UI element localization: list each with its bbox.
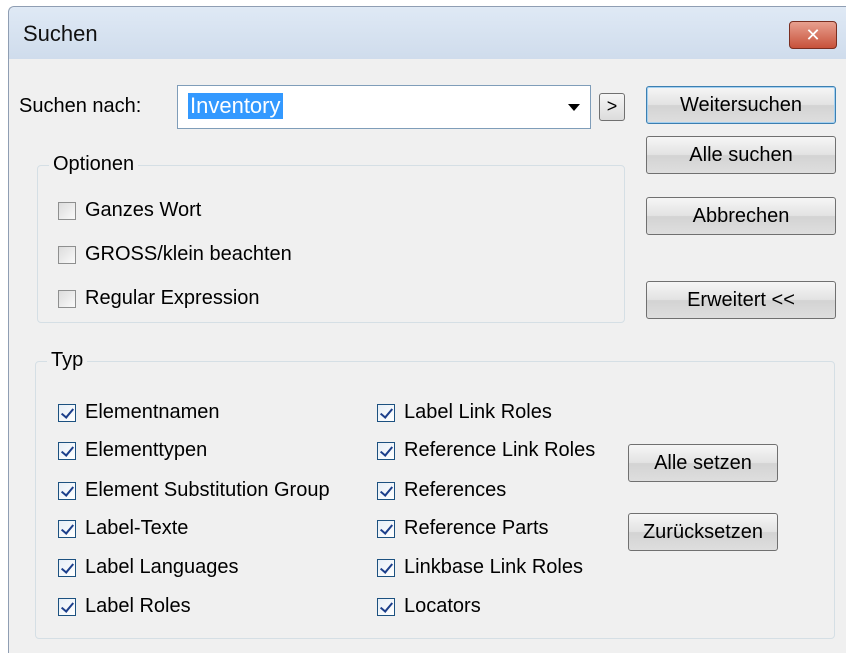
type-checkbox-label-texte[interactable] [58, 520, 76, 538]
type-checkbox-reference-parts[interactable] [377, 520, 395, 538]
whole-word-label[interactable]: Ganzes Wort [85, 199, 201, 222]
advanced-button[interactable]: Erweitert << [646, 281, 836, 319]
type-checkbox-elementnamen[interactable] [58, 404, 76, 422]
reset-button[interactable]: Zurücksetzen [628, 513, 778, 551]
cancel-button[interactable]: Abbrechen [646, 197, 836, 235]
type-label-reference-link-roles[interactable]: Reference Link Roles [404, 439, 595, 462]
regex-menu-button[interactable]: > [599, 93, 625, 121]
type-label-references[interactable]: References [404, 479, 506, 502]
type-label-label-languages[interactable]: Label Languages [85, 556, 238, 579]
cancel-button-label: Abbrechen [692, 204, 790, 227]
type-checkbox-label-languages[interactable] [58, 559, 76, 577]
close-icon: ✕ [805, 24, 821, 45]
title-bar: Suchen ✕ [9, 7, 846, 59]
match-case-checkbox[interactable] [58, 246, 76, 264]
type-checkbox-label-roles[interactable] [58, 598, 76, 616]
regex-label[interactable]: Regular Expression [85, 287, 260, 310]
options-legend: Optionen [49, 153, 139, 176]
find-next-button-label: Weitersuchen [680, 93, 802, 116]
type-checkbox-reference-link-roles[interactable] [377, 442, 395, 460]
find-all-button-label: Alle suchen [689, 143, 793, 166]
search-dialog: Suchen ✕ Suchen nach: Inventory > Weiter… [8, 6, 846, 653]
match-case-label[interactable]: GROSS/klein beachten [85, 243, 292, 266]
type-label-locators[interactable]: Locators [404, 595, 481, 618]
find-next-button[interactable]: Weitersuchen [646, 86, 836, 124]
type-checkbox-elementtypen[interactable] [58, 442, 76, 460]
search-label: Suchen nach: [19, 95, 142, 117]
dialog-content: Suchen nach: Inventory > Weitersuchen Al… [9, 59, 846, 653]
type-label-label-texte[interactable]: Label-Texte [85, 517, 188, 540]
type-label-reference-parts[interactable]: Reference Parts [404, 517, 549, 540]
type-label-elementnamen[interactable]: Elementnamen [85, 401, 220, 424]
type-legend: Typ [47, 349, 88, 372]
type-label-elementtypen[interactable]: Elementtypen [85, 439, 207, 462]
whole-word-checkbox[interactable] [58, 202, 76, 220]
type-checkbox-substitution-group[interactable] [58, 482, 76, 500]
search-combobox[interactable]: Inventory [177, 85, 591, 129]
type-checkbox-locators[interactable] [377, 598, 395, 616]
type-label-substitution-group[interactable]: Element Substitution Group [85, 479, 330, 502]
reset-button-label: Zurücksetzen [642, 520, 764, 543]
chevron-down-icon[interactable] [568, 104, 580, 111]
set-all-button-label: Alle setzen [654, 451, 752, 474]
close-button[interactable]: ✕ [789, 21, 837, 49]
regex-checkbox[interactable] [58, 290, 76, 308]
type-label-label-roles[interactable]: Label Roles [85, 595, 191, 618]
type-checkbox-label-link-roles[interactable] [377, 404, 395, 422]
set-all-button[interactable]: Alle setzen [628, 444, 778, 482]
dialog-title: Suchen [23, 21, 98, 46]
advanced-button-label: Erweitert << [687, 288, 795, 311]
type-label-label-link-roles[interactable]: Label Link Roles [404, 401, 552, 424]
type-checkbox-linkbase-link-roles[interactable] [377, 559, 395, 577]
search-input-value[interactable]: Inventory [188, 93, 283, 119]
type-label-linkbase-link-roles[interactable]: Linkbase Link Roles [404, 556, 583, 579]
find-all-button[interactable]: Alle suchen [646, 136, 836, 174]
type-checkbox-references[interactable] [377, 482, 395, 500]
